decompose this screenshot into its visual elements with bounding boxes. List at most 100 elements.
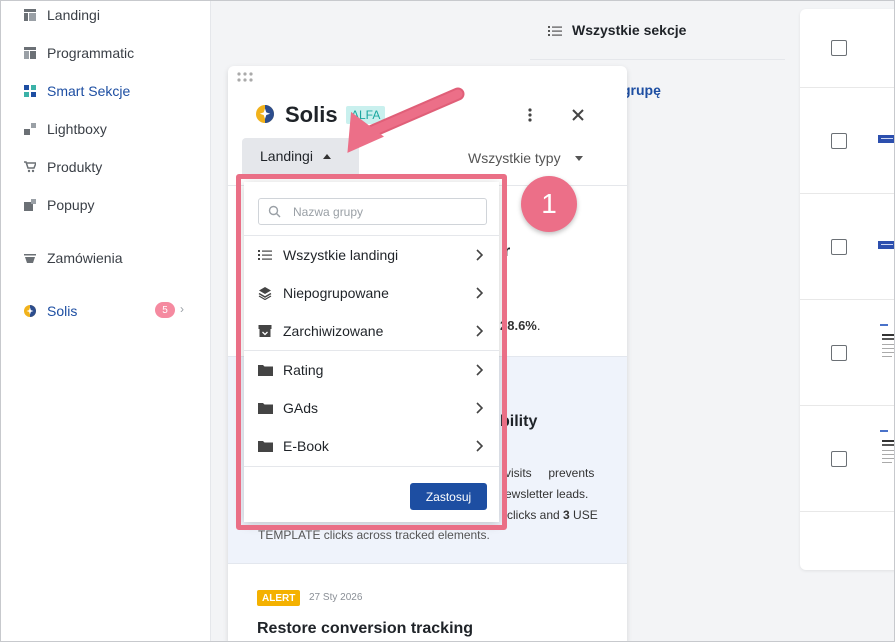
- type-filter-label: Wszystkie typy: [468, 150, 561, 166]
- list-icon: [258, 250, 272, 260]
- dropdown-item-label: Wszystkie landingi: [283, 247, 399, 263]
- table-row: [800, 194, 895, 300]
- card-title-fragment: bility: [500, 413, 538, 430]
- row-checkbox[interactable]: [831, 451, 847, 467]
- solis-icon: [24, 305, 36, 317]
- text-span: 3: [563, 508, 570, 522]
- drag-handle-icon[interactable]: [237, 72, 253, 82]
- chevron-right-icon: [476, 402, 483, 414]
- row-checkbox[interactable]: [831, 133, 847, 149]
- card-text-fragment: ewsletter leads.: [505, 487, 589, 501]
- more-options-icon[interactable]: [525, 107, 535, 123]
- sidebar-item-smart-sekcje[interactable]: Smart Sekcje: [24, 81, 130, 101]
- chevron-right-icon: [476, 440, 483, 452]
- search-icon: [268, 205, 281, 218]
- landing-group-dropdown: Wszystkie landingi Niepogrupowane Zarchi…: [244, 182, 499, 522]
- sidebar-item-programmatic[interactable]: Programmatic: [24, 43, 134, 63]
- cart-icon: [24, 161, 36, 173]
- annotation-arrow-icon: [347, 87, 465, 153]
- close-icon[interactable]: [571, 108, 585, 122]
- sidebar-item-label: Solis: [47, 303, 78, 319]
- solis-logo-icon: [256, 105, 274, 123]
- dropdown-item-label: Rating: [283, 362, 324, 378]
- card-text-fragment: 28.6%.: [500, 318, 541, 333]
- landing-filter-label: Landingi: [260, 148, 313, 164]
- sidebar: Landingi Programmatic Smart Sekcje Light…: [0, 0, 211, 642]
- section-thumbnail[interactable]: [878, 428, 895, 474]
- dropdown-item-all-landings[interactable]: Wszystkie landingi: [244, 240, 499, 270]
- sidebar-item-label: Popupy: [47, 197, 95, 213]
- group-search-input[interactable]: [293, 204, 473, 219]
- group-search[interactable]: [258, 198, 487, 225]
- row-checkbox[interactable]: [831, 345, 847, 361]
- row-checkbox[interactable]: [831, 239, 847, 255]
- card-pct: 28.6%: [500, 318, 537, 333]
- sidebar-item-label: Smart Sekcje: [47, 83, 131, 99]
- chevron-right-icon: [476, 325, 483, 337]
- card-title-fragment: r: [504, 243, 511, 260]
- dropdown-item-gads[interactable]: GAds: [244, 393, 499, 423]
- sections-table: [800, 9, 895, 570]
- sidebar-item-label: Lightboxy: [47, 121, 107, 137]
- alert-badge: ALERT: [257, 590, 301, 606]
- add-group-link[interactable]: grupę: [622, 82, 661, 98]
- card-text-fragment: TEMPLATE clicks across tracked elements.: [258, 528, 490, 542]
- sidebar-item-lightboxy[interactable]: Lightboxy: [24, 119, 107, 139]
- card-title[interactable]: Restore conversion tracking: [257, 620, 473, 638]
- card-date: 27 Sty 2026: [309, 592, 363, 603]
- archive-icon: [258, 325, 272, 337]
- select-all-checkbox[interactable]: [831, 40, 847, 56]
- divider: [530, 59, 785, 60]
- card-text-fragment: visits prevents: [505, 466, 595, 480]
- sidebar-item-label: Programmatic: [47, 45, 135, 61]
- sidebar-item-produkty[interactable]: Produkty: [24, 157, 102, 177]
- dropdown-item-label: Zarchiwizowane: [283, 323, 384, 339]
- solis-count-badge: 5: [155, 302, 175, 318]
- table-row: [800, 300, 895, 406]
- table-row: [800, 406, 895, 512]
- divider: [244, 235, 499, 236]
- landing-icon: [24, 9, 36, 21]
- section-thumbnail[interactable]: [878, 135, 895, 143]
- folder-icon: [257, 365, 273, 376]
- text-span: USE: [569, 508, 598, 522]
- chevron-right-icon: [476, 364, 483, 376]
- sections-header: Wszystkie sekcje: [572, 22, 687, 38]
- sidebar-item-label: Landingi: [47, 7, 100, 23]
- layers-icon: [258, 287, 272, 300]
- chevron-right-icon: [476, 287, 483, 299]
- folder-icon: [257, 441, 273, 452]
- chevron-right-icon[interactable]: ›: [180, 302, 184, 316]
- popup-icon: [24, 199, 36, 211]
- folder-icon: [257, 403, 273, 414]
- orders-icon: [24, 254, 36, 263]
- dropdown-item-archived[interactable]: Zarchiwizowane: [244, 316, 499, 346]
- card-text-fragment: clicks and 3 USE: [507, 508, 598, 522]
- list-icon: [548, 26, 562, 36]
- dropdown-item-ebook[interactable]: E-Book: [244, 431, 499, 461]
- section-thumbnail[interactable]: [878, 241, 895, 249]
- caret-down-icon: [574, 155, 583, 161]
- sidebar-item-solis[interactable]: Solis: [24, 301, 77, 321]
- smart-sections-icon: [24, 85, 36, 97]
- divider: [244, 350, 499, 351]
- sidebar-item-landingi[interactable]: Landingi: [24, 5, 100, 25]
- table-row: [800, 9, 895, 88]
- sidebar-item-zamowienia[interactable]: Zamówienia: [24, 248, 122, 268]
- section-thumbnail[interactable]: [878, 322, 895, 368]
- dropdown-item-rating[interactable]: Rating: [244, 355, 499, 385]
- type-filter-select[interactable]: Wszystkie typy: [468, 150, 583, 166]
- dropdown-item-ungrouped[interactable]: Niepogrupowane: [244, 278, 499, 308]
- lightbox-icon: [24, 123, 36, 135]
- chevron-right-icon: [476, 249, 483, 261]
- dropdown-item-label: E-Book: [283, 438, 329, 454]
- divider: [244, 466, 499, 467]
- programmatic-icon: [24, 47, 36, 59]
- apply-button[interactable]: Zastosuj: [410, 483, 487, 510]
- table-row: [800, 88, 895, 194]
- dropdown-item-label: Niepogrupowane: [283, 285, 389, 301]
- dropdown-item-label: GAds: [283, 400, 319, 416]
- sidebar-item-popupy[interactable]: Popupy: [24, 195, 94, 215]
- sidebar-item-label: Produkty: [47, 159, 103, 175]
- text-span: clicks and: [507, 508, 564, 522]
